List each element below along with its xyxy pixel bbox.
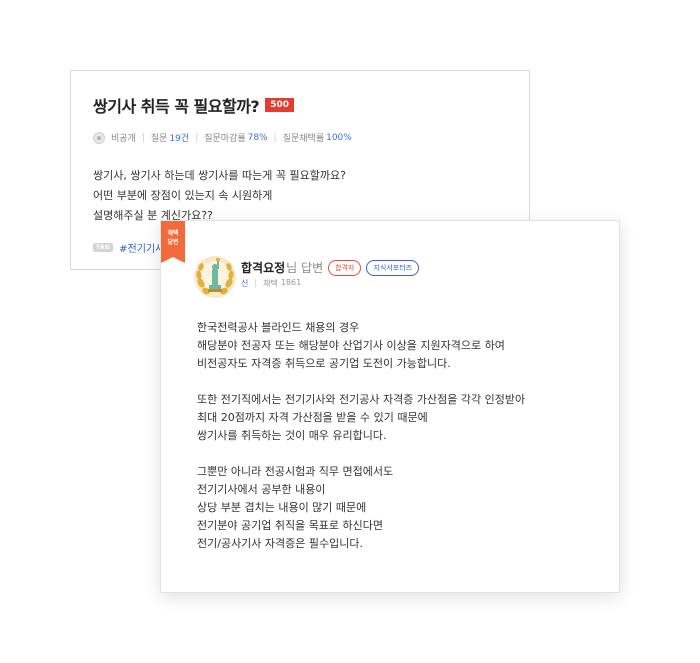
adopt-count-value: 1861 xyxy=(280,278,302,287)
stat-questions-value: 19건 xyxy=(169,134,190,144)
author-name: 비공개 xyxy=(111,134,136,144)
answer-card: 채택 답변 합격요정 님 답변 합격자 지식서포터즈 신 | 채택 1861 한… xyxy=(160,220,620,593)
answerer-name[interactable]: 합격요정 xyxy=(241,259,285,276)
answer-line: 해당분야 전공자 또는 해당분야 산업기사 이상을 지원자격으로 하여 xyxy=(197,339,505,352)
question-tags: TAG #전기기사 xyxy=(93,240,164,255)
statue-of-liberty-laurel-icon[interactable] xyxy=(193,255,237,299)
ribbon-line: 채택 xyxy=(167,230,179,237)
stat-close-rate-value: 78% xyxy=(247,132,268,143)
pass-badge: 합격자 xyxy=(328,259,362,276)
divider: | xyxy=(254,278,258,287)
stat-questions-label: 질문 xyxy=(150,134,168,144)
question-meta: 비공개 | 질문 19건 | 질문마감률 78% | 질문채택률 100% xyxy=(93,131,352,144)
points-badge: 500 xyxy=(265,98,294,112)
answer-line: 한국전력공사 블라인드 채용의 경우 xyxy=(197,321,360,334)
stat-adopt-rate-label: 질문채택률 xyxy=(282,134,325,144)
answer-line: 상당 부분 겹치는 내용이 많기 때문에 xyxy=(197,501,367,514)
question-title: 쌍기사 취득 꼭 필요할까? xyxy=(93,97,260,116)
answer-line: 최대 20점까지 자격 가산점을 받을 수 있기 때문에 xyxy=(197,411,428,424)
answer-line: 또한 전기직에서는 전기기사와 전기공사 자격증 가산점을 각각 인정받아 xyxy=(197,393,526,406)
answerer-grade: 신 xyxy=(241,279,249,288)
answer-line: 전기기사에서 공부한 내용이 xyxy=(197,483,326,496)
tag-label-badge: TAG xyxy=(93,243,114,252)
answer-paragraph: 또한 전기직에서는 전기기사와 전기공사 자격증 가산점을 각각 인정받아 최대… xyxy=(197,391,525,445)
default-user-icon xyxy=(93,131,105,144)
adopted-answer-ribbon: 채택 답변 xyxy=(161,221,185,257)
divider: | xyxy=(195,132,199,143)
stat-adopt-rate-value: 100% xyxy=(326,132,352,143)
answerer-stats: 신 | 채택 1861 xyxy=(241,278,301,289)
answer-body: 한국전력공사 블라인드 채용의 경우 해당분야 전공자 또는 해당분야 산업기사… xyxy=(197,319,525,571)
tag-link[interactable]: #전기기사 xyxy=(119,240,164,255)
question-body-line: 어떤 부분에 장점이 있는지 속 시원하게 xyxy=(93,189,273,202)
supporter-badge: 지식서포터즈 xyxy=(366,259,420,276)
question-title-row: 쌍기사 취득 꼭 필요할까? 500 xyxy=(93,93,294,117)
answerer-name-suffix: 님 답변 xyxy=(286,261,324,275)
divider: | xyxy=(273,132,277,143)
question-body-line: 쌍기사, 쌍기사 하는데 쌍기사를 따는게 꼭 필요할까요? xyxy=(93,169,346,182)
answer-paragraph: 그뿐만 아니라 전공시험과 직무 면접에서도 전기기사에서 공부한 내용이 상당… xyxy=(197,463,525,553)
answer-line: 전기분야 공기업 취직을 목표로 하신다면 xyxy=(197,519,384,532)
answer-line: 비전공자도 자격증 취득으로 공기업 도전이 가능합니다. xyxy=(197,357,451,370)
answer-line: 쌍기사를 취득하는 것이 매우 유리합니다. xyxy=(197,429,387,442)
answer-paragraph: 한국전력공사 블라인드 채용의 경우 해당분야 전공자 또는 해당분야 산업기사… xyxy=(197,319,525,373)
adopt-count-label: 채택 xyxy=(263,279,278,288)
ribbon-line: 답변 xyxy=(167,239,179,246)
ribbon-tail xyxy=(161,257,185,263)
divider: | xyxy=(141,132,145,143)
answerer-header: 합격요정 님 답변 합격자 지식서포터즈 xyxy=(241,259,420,276)
answer-line: 그뿐만 아니라 전공시험과 직무 면접에서도 xyxy=(197,465,394,478)
question-body: 쌍기사, 쌍기사 하는데 쌍기사를 따는게 꼭 필요할까요? 어떤 부분에 장점… xyxy=(93,166,346,226)
stat-close-rate-label: 질문마감률 xyxy=(204,134,246,144)
answer-line: 전기/공사기사 자격증은 필수입니다. xyxy=(197,537,363,550)
